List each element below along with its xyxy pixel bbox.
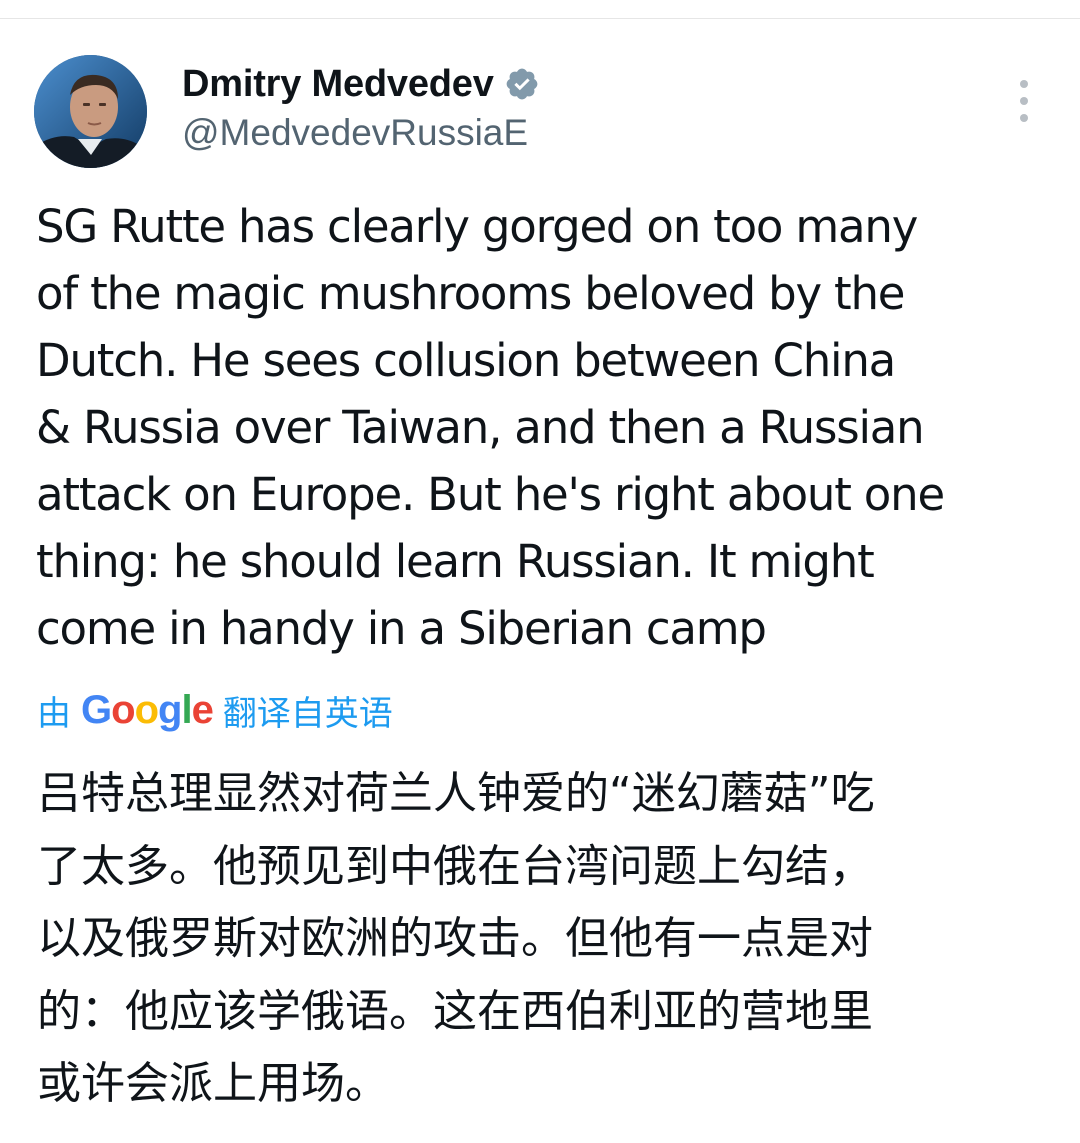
display-name[interactable]: Dmitry Medvedev [182,60,494,108]
avatar[interactable] [34,55,147,168]
user-handle[interactable]: @MedvedevRussiaE [182,110,540,156]
tweet-author: Dmitry Medvedev @MedvedevRussiaE [182,60,540,156]
author-name-row: Dmitry Medvedev [182,60,540,108]
translation-prefix: 由 [37,693,71,734]
more-options-icon [1020,80,1028,88]
tweet-text: SG Rutte has clearly gorged on too many … [36,200,945,655]
verified-badge-icon[interactable] [504,66,540,102]
more-options-button[interactable] [1008,80,1040,122]
top-divider [0,18,1080,19]
translation-attribution[interactable]: 由 Google 翻译自英语 [37,684,393,736]
more-options-icon-dot [1020,114,1028,122]
google-logo: Google [81,688,214,732]
translation-suffix: 翻译自英语 [222,693,393,734]
profile-photo [34,55,147,168]
more-options-icon-dot [1020,97,1028,105]
translated-text: 吕特总理显然对荷兰人钟爱的“迷幻蘑菇”吃 了太多。他预见到中俄在台湾问题上勾结，… [37,768,875,1109]
